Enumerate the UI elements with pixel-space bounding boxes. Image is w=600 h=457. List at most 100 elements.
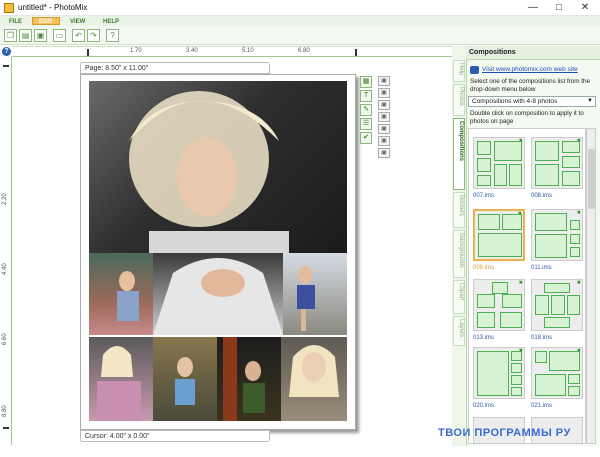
composition-thumbnail[interactable]: ✖ (531, 347, 583, 399)
compositions-select[interactable]: Compositions with 4-8 photos ▼ (468, 96, 596, 107)
frame-icon[interactable]: ▭ (53, 29, 66, 42)
composition-thumbnail[interactable]: ✖ (473, 347, 525, 399)
ruler-help-icon[interactable]: ? (2, 47, 11, 56)
ruler-label: 4.40 (2, 263, 8, 275)
ruler-label: 1.70 (130, 48, 142, 54)
photo-5[interactable] (217, 337, 281, 421)
horizontal-ruler: 1.70 3.40 5.10 6.80 (12, 46, 461, 57)
tab-label: Backgrounds (458, 233, 464, 269)
composition-thumbnail[interactable]: ✖ (531, 209, 583, 261)
arrange-icon[interactable]: ▣ (378, 76, 390, 86)
tab-label: Photos (458, 87, 464, 106)
tab-label: Compositions (458, 121, 464, 161)
menu-help[interactable]: HELP (96, 17, 126, 25)
ruler-marker[interactable] (3, 427, 9, 429)
thumbnail-label: 007.ims (473, 193, 495, 199)
tab-help[interactable]: Help (453, 60, 465, 82)
vertical-ruler: 2.20 4.40 6.60 8.80 (0, 57, 12, 445)
layout-tool-icon[interactable]: ▦ (360, 76, 372, 88)
thumbnail-label: 018.ims (531, 335, 553, 341)
window-title: untitled* - PhotoMix (18, 3, 88, 12)
draw-tool-icon[interactable]: ✎ (360, 104, 372, 116)
minimize-button[interactable]: — (520, 0, 546, 16)
photo-main-lower[interactable] (153, 253, 283, 335)
photo-main[interactable] (89, 81, 347, 253)
menu-view[interactable]: VIEW (63, 17, 92, 25)
open-icon[interactable]: ▤ (19, 29, 32, 42)
composition-thumbnail[interactable]: ✖ (473, 279, 525, 331)
panel-title: Compositions (466, 46, 600, 60)
redo-icon[interactable]: ↷ (87, 29, 100, 42)
align-tool-icon[interactable]: ☰ (360, 118, 372, 130)
cursor-position-label: Cursor: 4.00" x 0.00" (80, 430, 270, 442)
close-button[interactable]: ✕ (572, 0, 598, 16)
chevron-down-icon: ▼ (587, 98, 593, 104)
help-icon[interactable]: ? (106, 29, 119, 42)
watermark-text: ТВОИ ПРОГРАММЫ РУ (438, 427, 571, 439)
page-size-label: Page: 8.50" x 11.00" (80, 62, 270, 74)
close-icon[interactable]: ✖ (577, 280, 581, 286)
apply-tool-icon[interactable]: ✔ (360, 132, 372, 144)
photo-4[interactable] (153, 337, 217, 421)
undo-icon[interactable]: ↶ (72, 29, 85, 42)
toolbar: ❐ ▤ ▣ ▭ ↶ ↷ ? (0, 26, 600, 45)
close-icon[interactable]: ✖ (519, 280, 523, 286)
arrange-icon[interactable]: ▣ (378, 112, 390, 122)
save-icon[interactable]: ▣ (34, 29, 47, 42)
side-tabs: Help Photos Compositions Borders Backgro… (452, 46, 466, 446)
thumbnails-scrollbar[interactable] (586, 128, 596, 444)
photo-1[interactable] (89, 253, 153, 335)
arrange-icon[interactable]: ▣ (378, 124, 390, 134)
text-tool-icon[interactable]: T (360, 90, 372, 102)
menu-file[interactable]: FILE (2, 17, 29, 25)
close-icon[interactable]: ✖ (577, 210, 581, 216)
ruler-label: 3.40 (186, 48, 198, 54)
scrollbar-thumb[interactable] (588, 149, 595, 209)
ruler-label: 6.60 (2, 333, 8, 345)
arrange-icon[interactable]: ▣ (378, 148, 390, 158)
app-icon (4, 3, 14, 13)
ruler-label: 8.80 (2, 405, 8, 417)
tab-compositions[interactable]: Compositions (453, 118, 465, 190)
new-icon[interactable]: ❐ (4, 29, 17, 42)
compositions-list: ✖ 007.ims ✖ 008.ims ✖ 009.ims ✖ 011.ims … (468, 128, 586, 444)
menu-edit[interactable]: EDIT (32, 17, 60, 25)
thumbnail-label: 008.ims (531, 193, 553, 199)
select-value: Compositions with 4-8 photos (472, 98, 558, 105)
maximize-button[interactable]: □ (546, 0, 572, 16)
ruler-label: 5.10 (242, 48, 254, 54)
thumbnail-label: 020.ims (473, 403, 495, 409)
instruction-text: Double click on composition to apply it … (470, 110, 584, 125)
ruler-label: 6.80 (298, 48, 310, 54)
tab-photos[interactable]: Photos (453, 84, 465, 116)
ruler-marker[interactable] (355, 49, 357, 56)
tab-borders[interactable]: Borders (453, 192, 465, 228)
ruler-marker[interactable] (3, 65, 9, 67)
arrange-icon[interactable]: ▣ (378, 136, 390, 146)
composition-thumbnail[interactable]: ✖ (473, 137, 525, 189)
thumbnail-label: 021.ims (531, 403, 553, 409)
photo-3[interactable] (89, 337, 153, 421)
tab-label: Clipart (458, 283, 464, 301)
composition-thumbnail[interactable]: ✖ (531, 279, 583, 331)
tab-layers[interactable]: Layers (453, 316, 465, 346)
ruler-label: 2.20 (2, 193, 8, 205)
tab-label: Borders (458, 195, 464, 217)
page[interactable] (80, 74, 356, 430)
title-bar: untitled* - PhotoMix — □ ✕ (0, 0, 600, 16)
thumbnail-label: 011.ims (531, 265, 552, 271)
thumbnail-label: 013.ims (473, 335, 495, 341)
tab-label: Layers (458, 319, 464, 338)
arrange-icon[interactable]: ▣ (378, 88, 390, 98)
tab-clipart[interactable]: Clipart (453, 280, 465, 314)
website-link[interactable]: Visit www.photomix.com web site (482, 66, 578, 73)
tab-backgrounds[interactable]: Backgrounds (453, 230, 465, 278)
photo-6[interactable] (281, 337, 347, 421)
ruler-marker[interactable] (87, 49, 89, 56)
photo-2[interactable] (283, 253, 347, 335)
thumbnail-label: 009.ims (473, 265, 495, 271)
composition-thumbnail-selected[interactable]: ✖ (473, 209, 525, 261)
composition-thumbnail[interactable]: ✖ (531, 137, 583, 189)
instruction-text: Select one of the compositions list from… (470, 78, 591, 93)
arrange-icon[interactable]: ▣ (378, 100, 390, 110)
